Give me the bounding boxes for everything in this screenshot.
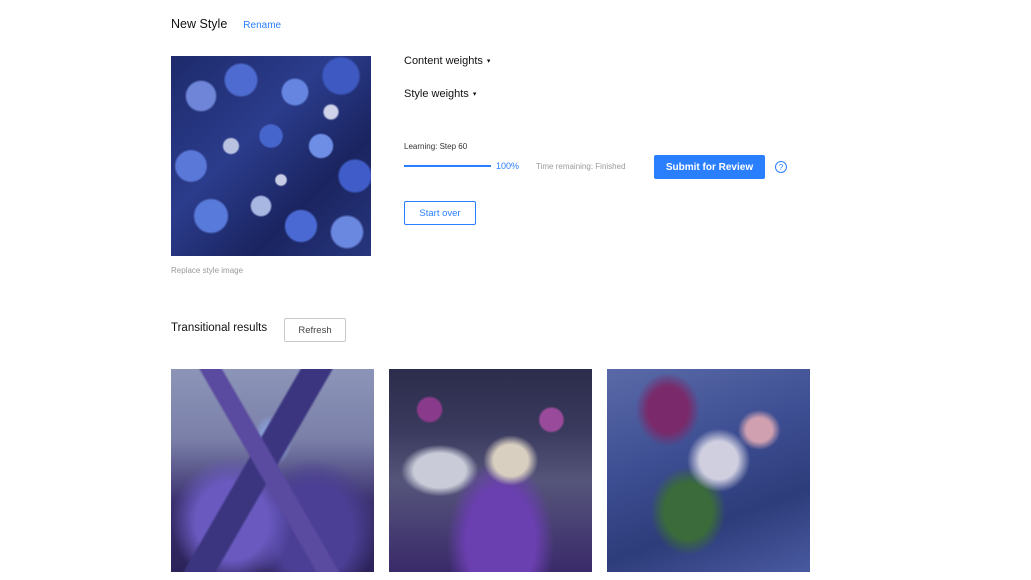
content-weights-dropdown[interactable]: Content weights ▾ xyxy=(404,55,490,67)
replace-style-image-link[interactable]: Replace style image xyxy=(171,266,243,275)
transitional-results-title: Transitional results xyxy=(171,322,268,334)
progress-percent: 100% xyxy=(496,161,520,171)
result-image[interactable] xyxy=(171,369,374,572)
result-image[interactable] xyxy=(607,369,810,572)
progress-bar-fill xyxy=(404,165,491,167)
style-image[interactable] xyxy=(171,56,371,256)
progress-bar xyxy=(404,165,491,167)
time-remaining: Time remaining: Finished xyxy=(536,162,626,171)
title-row: New Style Rename xyxy=(171,17,281,31)
start-over-button[interactable]: Start over xyxy=(404,201,476,225)
refresh-button[interactable]: Refresh xyxy=(284,318,346,342)
learning-step-label: Learning: Step 60 xyxy=(404,142,468,151)
rename-link[interactable]: Rename xyxy=(243,20,281,31)
result-image[interactable] xyxy=(389,369,592,572)
chevron-down-icon: ▾ xyxy=(486,58,491,65)
page: New Style Rename Replace style image Con… xyxy=(0,0,1031,580)
page-title: New Style xyxy=(171,17,228,31)
style-weights-label: Style weights xyxy=(404,88,469,100)
submit-for-review-button[interactable]: Submit for Review xyxy=(654,155,765,179)
chevron-down-icon: ▾ xyxy=(472,91,477,98)
style-weights-dropdown[interactable]: Style weights ▾ xyxy=(404,88,476,100)
help-icon[interactable]: ? xyxy=(775,161,787,173)
content-weights-label: Content weights xyxy=(404,55,483,67)
